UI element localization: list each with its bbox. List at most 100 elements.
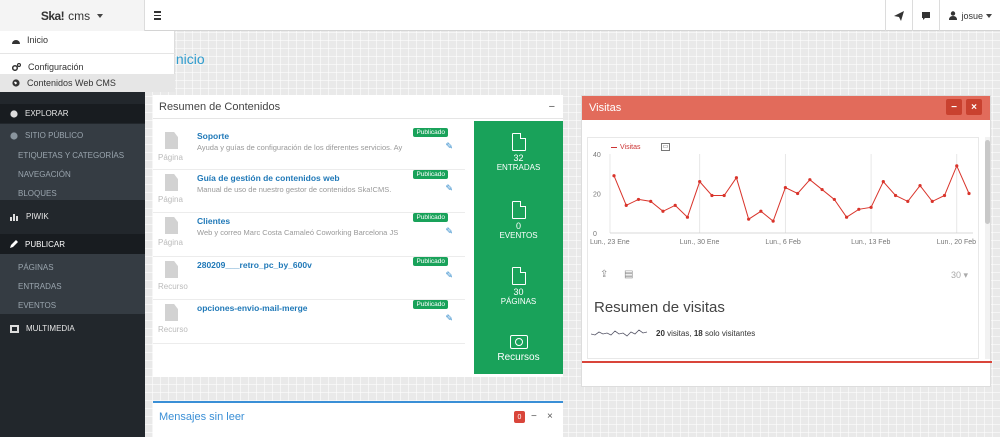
data-point[interactable] xyxy=(624,203,628,207)
camera-icon xyxy=(509,335,528,349)
data-point[interactable] xyxy=(930,199,934,203)
data-point[interactable] xyxy=(857,207,861,211)
brand-logo: Ska! xyxy=(40,8,65,23)
item-title-link[interactable]: opciones-envio-mail-merge xyxy=(197,303,308,313)
data-point[interactable] xyxy=(942,193,947,198)
menu-item-inicio[interactable]: Inicio xyxy=(0,31,175,49)
stat-label: ENTRADAS xyxy=(496,163,541,172)
data-point[interactable] xyxy=(808,178,812,182)
period-select[interactable]: 30 ▾ xyxy=(951,270,968,281)
x-tick-label: Lun., 23 Ene xyxy=(590,239,630,246)
status-badge: Publicado xyxy=(413,257,448,266)
share-icon[interactable]: ⇪ xyxy=(600,269,608,280)
data-point[interactable] xyxy=(906,199,910,203)
file-icon xyxy=(511,266,526,285)
data-point[interactable] xyxy=(612,174,616,178)
data-point[interactable] xyxy=(820,187,824,192)
data-point[interactable] xyxy=(734,176,739,180)
item-title-link[interactable]: 280209___retro_pc_by_600v xyxy=(197,260,312,270)
data-point[interactable] xyxy=(955,164,959,168)
sidebar-item-navegacion[interactable]: NAVEGACIÓN xyxy=(0,165,145,184)
data-point[interactable] xyxy=(869,205,873,209)
brand-menu-toggle[interactable]: Ska! cms xyxy=(0,0,145,31)
data-point[interactable] xyxy=(832,197,836,202)
messages-button[interactable] xyxy=(912,0,939,31)
sidebar-item-eventos[interactable]: EVENTOS xyxy=(0,296,145,315)
panel-title: Visitas xyxy=(589,102,622,114)
data-point[interactable] xyxy=(636,197,641,202)
sidebar-item-bloques[interactable]: BLOQUES xyxy=(0,184,145,203)
user-menu[interactable]: josue xyxy=(939,0,1000,31)
item-title-link[interactable]: Guía de gestión de contenidos web xyxy=(197,173,340,183)
data-point[interactable] xyxy=(685,215,690,219)
x-tick-label: Lun., 20 Feb xyxy=(937,239,976,246)
data-point[interactable] xyxy=(771,219,775,223)
sidebar-item-sitio-publico[interactable]: SITIO PÚBLICO xyxy=(0,126,145,145)
content-list-item[interactable]: Página Clientes Web y correo Marc Costa Ca… xyxy=(153,213,465,257)
data-point[interactable] xyxy=(796,191,800,196)
data-point[interactable] xyxy=(698,180,702,184)
visits-count: 20 xyxy=(656,329,665,338)
content-list-item[interactable]: Página Soporte Ayuda y guías de configurac… xyxy=(153,128,465,170)
sidebar-item-paginas[interactable]: PÁGINAS xyxy=(0,258,145,277)
data-point[interactable] xyxy=(918,184,922,188)
data-point[interactable] xyxy=(722,193,726,198)
stat-number: 32 xyxy=(513,153,524,163)
sidebar-item-label: MULTIMEDIA xyxy=(26,324,75,333)
data-point[interactable] xyxy=(844,215,849,219)
data-point[interactable] xyxy=(661,209,665,213)
close-button[interactable]: × xyxy=(547,411,553,422)
data-point[interactable] xyxy=(673,203,677,207)
item-type: Página xyxy=(158,238,183,247)
series-line-visitas xyxy=(613,164,970,222)
top-navbar: Ska! cms josue xyxy=(0,0,1000,31)
sparkline xyxy=(591,329,648,337)
hamburger-menu-icon[interactable] xyxy=(150,9,164,22)
menu-item-contenidos-web-cms[interactable]: Contenidos Web CMS xyxy=(0,74,175,92)
data-point[interactable] xyxy=(747,217,751,221)
edit-pencil-icon[interactable]: ✎ xyxy=(445,141,453,152)
data-point[interactable] xyxy=(893,193,898,198)
stat-paginas[interactable]: 30 PÁGINAS xyxy=(474,266,563,306)
annotation-icon[interactable]: ▤ xyxy=(624,269,633,280)
content-list-item[interactable]: Página Guía de gestión de contenidos web M… xyxy=(153,170,465,213)
data-point[interactable] xyxy=(967,191,971,196)
stat-entradas[interactable]: 32 ENTRADAS xyxy=(474,132,563,172)
sidebar-item-publicar[interactable]: PUBLICAR xyxy=(0,234,145,254)
item-type: Página xyxy=(158,195,183,204)
y-tick-label: 20 xyxy=(593,192,601,199)
stat-number: 30 xyxy=(513,287,524,297)
paper-plane-button[interactable] xyxy=(885,0,912,31)
sidebar-item-multimedia[interactable]: MULTIMEDIA xyxy=(0,319,145,338)
edit-pencil-icon[interactable]: ✎ xyxy=(445,270,453,281)
edit-pencil-icon[interactable]: ✎ xyxy=(445,313,453,324)
status-badge: Publicado xyxy=(413,213,448,222)
scrollbar-thumb[interactable] xyxy=(985,140,990,224)
sidebar-item-entradas[interactable]: ENTRADAS xyxy=(0,277,145,296)
collapse-button[interactable]: − xyxy=(549,101,555,113)
sidebar-item-explorar[interactable]: EXPLORAR xyxy=(0,104,145,123)
content-list-item[interactable]: Recurso 280209___retro_pc_by_600v Publicad… xyxy=(153,257,465,300)
user-icon xyxy=(949,11,958,20)
edit-pencil-icon[interactable]: ✎ xyxy=(445,226,453,237)
item-title-link[interactable]: Soporte xyxy=(197,131,229,141)
edit-pencil-icon[interactable]: ✎ xyxy=(445,183,453,194)
sidebar-item-piwik[interactable]: PIWIK xyxy=(0,207,145,226)
content-list-item[interactable]: Recurso opciones-envio-mail-merge Publicad… xyxy=(153,300,465,344)
item-description: Ayuda y guías de configuración de los di… xyxy=(197,143,403,152)
panel-header: Visitas − × xyxy=(582,96,990,120)
data-point[interactable] xyxy=(710,193,714,198)
data-point[interactable] xyxy=(881,180,885,184)
data-point[interactable] xyxy=(759,209,763,213)
data-point[interactable] xyxy=(783,185,787,190)
sidebar-item-label: EVENTOS xyxy=(18,301,57,310)
data-point[interactable] xyxy=(649,199,653,203)
collapse-button[interactable]: − xyxy=(946,99,962,115)
stat-recursos[interactable]: Recursos xyxy=(474,335,563,363)
collapse-button[interactable]: − xyxy=(531,411,537,422)
stat-eventos[interactable]: 0 EVENTOS xyxy=(474,200,563,240)
sidebar-item-etiquetas[interactable]: ETIQUETAS Y CATEGORÍAS xyxy=(0,146,145,165)
sidebar-item-label: EXPLORAR xyxy=(25,109,69,118)
close-button[interactable]: × xyxy=(966,99,982,115)
item-title-link[interactable]: Clientes xyxy=(197,216,230,226)
